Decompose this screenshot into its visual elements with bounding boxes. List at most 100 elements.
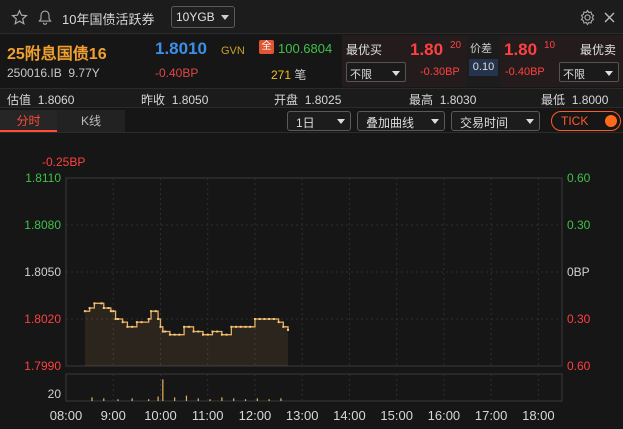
open-stat: 开盘 1.8025: [274, 91, 341, 108]
low-label: 最低: [541, 93, 566, 107]
best-bid-panel: 最优买 1.80 20 不限 -0.30BP: [342, 35, 467, 87]
chevron-down-icon: [526, 119, 534, 124]
price-point: [147, 318, 150, 320]
session-dropdown[interactable]: 交易时间: [451, 111, 540, 131]
price-point: [258, 318, 261, 320]
x-tick-label: 10:00: [144, 408, 177, 423]
stats-bar: 估值 1.8060 昨收 1.8050 开盘 1.8025 最高 1.8030 …: [0, 88, 623, 108]
period-value: 1日: [296, 116, 315, 130]
full-price: 100.6804: [278, 41, 333, 56]
close-icon[interactable]: [599, 7, 619, 27]
y-tick-label-left: 1.8050: [24, 265, 61, 279]
volume-bar: [117, 399, 119, 401]
price-point: [277, 321, 280, 324]
trade-count-unit: 笔: [294, 68, 307, 82]
valuation-label: 估值: [7, 93, 32, 107]
best-bid-sub: 20: [450, 40, 462, 51]
volume-bar: [103, 398, 105, 401]
y-tick-label-left: 1.8080: [24, 218, 61, 232]
volume-bar: [221, 397, 223, 401]
volume-bar: [131, 398, 133, 401]
best-ask-label: 最优卖: [580, 43, 617, 57]
volume-bar: [244, 399, 247, 401]
price-point: [287, 328, 290, 331]
volume-bar: [280, 398, 282, 401]
high-label: 最高: [409, 93, 434, 107]
trade-count: 271 笔: [271, 66, 306, 83]
best-ask-price: 1.80: [504, 40, 538, 59]
price-point: [220, 333, 223, 336]
price-point: [197, 330, 200, 333]
overlay-curve-dropdown[interactable]: 叠加曲线: [357, 111, 445, 131]
open-label: 开盘: [274, 93, 299, 107]
tick-toggle-button[interactable]: TICK: [551, 111, 621, 131]
x-tick-label: 14:00: [333, 408, 366, 423]
chart-grid: [65, 177, 563, 402]
price-point: [109, 310, 112, 313]
period-dropdown[interactable]: 1日: [287, 111, 351, 131]
price-point: [107, 307, 110, 310]
price-point: [93, 302, 96, 305]
bond-code: 250016.IB 9.77Y: [7, 66, 100, 80]
y-tick-label-right: 0.60: [567, 171, 591, 185]
bond-selector-dropdown[interactable]: 10YGB: [171, 6, 235, 28]
price-point: [272, 318, 275, 320]
intraday-chart[interactable]: 1.8110 0.60 1.8080 0.30 1.8050 0BP 1.8020 0.30 1…: [0, 134, 623, 429]
price-point: [187, 325, 190, 328]
price-point: [282, 325, 285, 328]
volume-frame: [65, 373, 563, 402]
full-price-badge: 全: [259, 40, 274, 54]
y-tick-label-right: 0BP: [567, 265, 590, 279]
price-point: [168, 333, 171, 336]
price-point: [131, 325, 134, 328]
volume-bar: [233, 398, 235, 401]
overlay-curve-value: 叠加曲线: [366, 116, 415, 130]
star-icon[interactable]: [9, 7, 29, 27]
y-tick-label-right: 0.30: [567, 312, 591, 326]
high-value: 1.8030: [439, 93, 477, 107]
prev-close-value: 1.8050: [171, 93, 209, 107]
y-tick-label-left: 1.7990: [24, 359, 61, 373]
bond-term: 9.77Y: [68, 66, 100, 80]
quote-panel: 25附息国债16 1.8010 GVN 全 100.6804 250016.IB…: [0, 35, 342, 87]
price-point: [157, 318, 160, 320]
high-stat: 最高 1.8030: [409, 91, 476, 108]
chevron-down-icon: [221, 15, 229, 20]
price-point: [154, 310, 157, 313]
bp-annotation: -0.25BP: [42, 155, 85, 169]
bid-filter-dropdown[interactable]: 不限: [346, 62, 406, 82]
trade-count-value: 271: [271, 68, 292, 82]
volume-bars: [91, 379, 282, 401]
tab-kline[interactable]: K线: [57, 110, 125, 132]
price-point: [201, 333, 204, 336]
volume-bar: [209, 399, 211, 401]
price-point: [249, 325, 252, 328]
y-tick-label-left: 1.8020: [24, 312, 61, 326]
price-point: [230, 325, 233, 328]
price-point: [253, 318, 256, 320]
gear-icon[interactable]: [577, 7, 597, 27]
ask-filter-dropdown[interactable]: 不限: [559, 62, 619, 82]
spread-panel: 价差 0.10: [467, 35, 500, 87]
price-point: [244, 325, 247, 328]
bell-icon[interactable]: [35, 7, 55, 27]
bond-selector-value: 10YGB: [176, 10, 215, 24]
prev-close-label: 昨收: [141, 93, 166, 107]
x-tick-label: 13:00: [286, 408, 319, 423]
low-stat: 最低 1.8000: [541, 91, 608, 108]
volume-bar: [185, 395, 188, 401]
price-point: [112, 310, 115, 313]
y-tick-label-right: 0.30: [567, 218, 591, 232]
price-point: [164, 330, 167, 333]
price-point: [216, 330, 219, 333]
axis-labels: 1.8110 0.60 1.8080 0.30 1.8050 0BP 1.8020 0.30 1…: [24, 155, 590, 423]
price-point: [140, 321, 143, 324]
toggle-knob-icon: [605, 115, 617, 127]
price-change: -0.40BP: [155, 66, 199, 80]
session-value: 交易时间: [460, 116, 509, 130]
price-point: [173, 333, 176, 336]
chevron-down-icon: [431, 119, 439, 124]
price-point: [121, 321, 124, 324]
best-ask-sub: 10: [544, 40, 556, 51]
tab-intraday[interactable]: 分时: [0, 110, 57, 132]
